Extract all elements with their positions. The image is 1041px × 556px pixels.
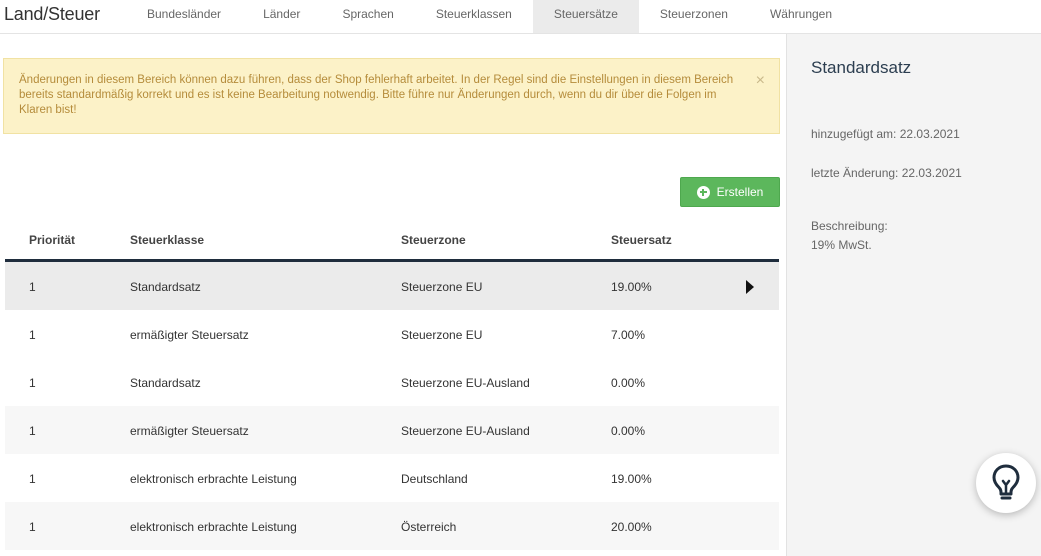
tab-sprachen[interactable]: Sprachen [321, 0, 414, 33]
close-icon[interactable]: × [756, 73, 765, 89]
tab-waehrungen[interactable]: Währungen [749, 0, 853, 33]
cell-tax-zone: Österreich [401, 520, 457, 534]
column-header-tax-zone[interactable]: Steuerzone [401, 233, 466, 247]
cell-tax-rate: 0.00% [611, 376, 646, 390]
cell-tax-zone: Steuerzone EU-Ausland [401, 424, 530, 438]
main-content: Änderungen in diesem Bereich können dazu… [0, 34, 786, 556]
tab-bar: Bundesländer Länder Sprachen Steuerklass… [126, 0, 853, 33]
cell-tax-zone: Deutschland [401, 472, 468, 486]
table-header: Priorität Steuerklasse Steuerzone Steuer… [5, 220, 779, 262]
cell-tax-zone: Steuerzone EU [401, 328, 483, 342]
table-row[interactable]: 1 ermäßigter Steuersatz Steuerzone EU-Au… [5, 406, 779, 454]
cell-priority: 1 [29, 424, 36, 438]
table-row[interactable]: 1 elektronisch erbrachte Leistung Österr… [5, 502, 779, 550]
table-row[interactable]: 1 Standardsatz Steuerzone EU-Ausland 0.0… [5, 358, 779, 406]
tab-steuerzonen[interactable]: Steuerzonen [639, 0, 749, 33]
table-row[interactable]: 1 elektronisch erbrachte Leistung Deutsc… [5, 454, 779, 502]
detail-description: 19% MwSt. [811, 238, 872, 252]
cell-priority: 1 [29, 520, 36, 534]
cell-tax-zone: Steuerzone EU-Ausland [401, 376, 530, 390]
cell-tax-class: ermäßigter Steuersatz [130, 424, 249, 438]
page-title: Land/Steuer [4, 4, 100, 24]
cell-tax-class: ermäßigter Steuersatz [130, 328, 249, 342]
table-row[interactable]: 1 Standardsatz Steuerzone EU 19.00% [5, 262, 779, 310]
tab-steuersaetze[interactable]: Steuersätze [532, 0, 639, 33]
create-button[interactable]: Erstellen [680, 177, 780, 207]
detail-title: Standardsatz [811, 58, 912, 77]
cell-tax-rate: 19.00% [611, 280, 652, 294]
lightbulb-icon [992, 464, 1020, 500]
detail-modified-date: letzte Änderung: 22.03.2021 [811, 166, 962, 180]
tab-steuerklassen[interactable]: Steuerklassen [415, 0, 533, 33]
column-header-priority[interactable]: Priorität [29, 233, 75, 247]
cell-tax-class: elektronisch erbrachte Leistung [130, 520, 297, 534]
cell-tax-class: elektronisch erbrachte Leistung [130, 472, 297, 486]
cell-priority: 1 [29, 280, 36, 294]
column-header-tax-class[interactable]: Steuerklasse [130, 233, 204, 247]
cell-tax-rate: 0.00% [611, 424, 646, 438]
help-button[interactable] [976, 453, 1036, 513]
tax-rate-table: Priorität Steuerklasse Steuerzone Steuer… [5, 220, 779, 550]
create-button-label: Erstellen [716, 185, 764, 199]
cell-priority: 1 [29, 472, 36, 486]
detail-description-label: Beschreibung: [811, 219, 888, 233]
cell-tax-class: Standardsatz [130, 376, 201, 390]
selected-arrow-icon [746, 280, 754, 294]
tab-bundeslaender[interactable]: Bundesländer [126, 0, 242, 33]
cell-tax-rate: 20.00% [611, 520, 652, 534]
cell-tax-rate: 19.00% [611, 472, 652, 486]
table-row[interactable]: 1 ermäßigter Steuersatz Steuerzone EU 7.… [5, 310, 779, 358]
detail-added-date: hinzugefügt am: 22.03.2021 [811, 127, 960, 141]
tab-laender[interactable]: Länder [242, 0, 321, 33]
cell-tax-zone: Steuerzone EU [401, 280, 483, 294]
cell-tax-class: Standardsatz [130, 280, 201, 294]
cell-priority: 1 [29, 376, 36, 390]
warning-alert: Änderungen in diesem Bereich können dazu… [3, 58, 780, 134]
top-navigation: Land/Steuer Bundesländer Länder Sprachen… [0, 0, 1041, 34]
cell-tax-rate: 7.00% [611, 328, 646, 342]
column-header-tax-rate[interactable]: Steuersatz [611, 233, 672, 247]
plus-circle-icon [696, 185, 710, 199]
alert-text: Änderungen in diesem Bereich können dazu… [19, 74, 734, 116]
cell-priority: 1 [29, 328, 36, 342]
